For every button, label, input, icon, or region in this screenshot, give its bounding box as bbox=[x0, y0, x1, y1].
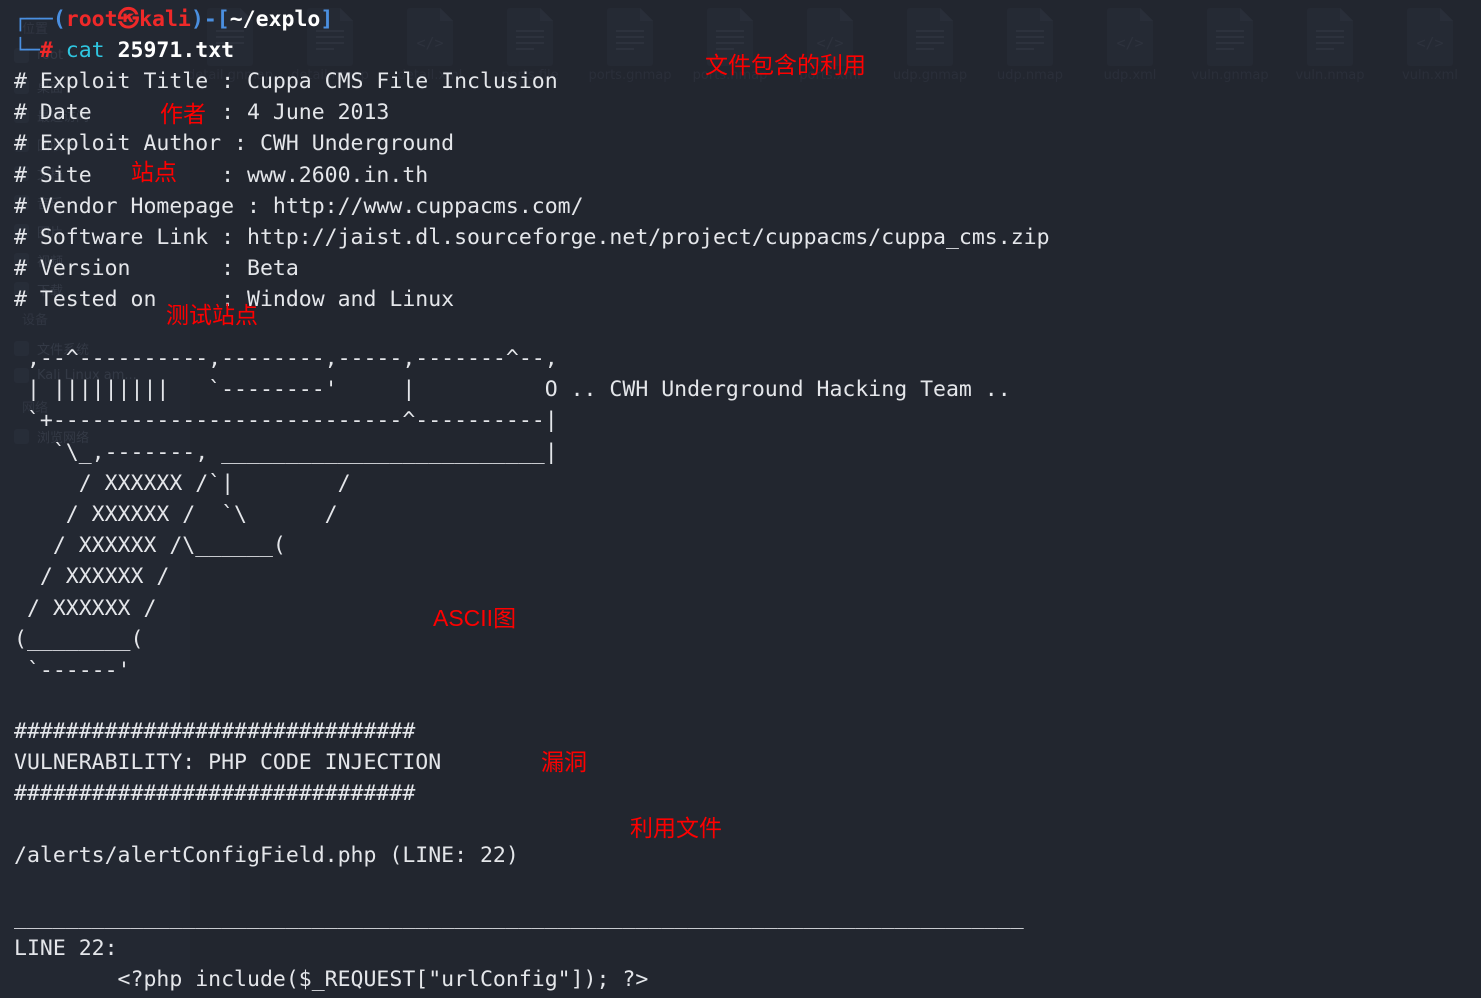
prompt-paren-open: ( bbox=[52, 7, 66, 32]
annotation-exploit-file: 利用文件 bbox=[630, 816, 722, 842]
prompt-bracket-open: [ bbox=[216, 7, 230, 32]
prompt-corner: ┌── bbox=[14, 7, 53, 32]
annotation-ascii-art: ASCII图 bbox=[433, 605, 517, 631]
annotation-author: 作者 bbox=[160, 102, 206, 128]
prompt-bracket-close: ] bbox=[320, 7, 334, 32]
terminal-window: detail.gnmap detail.nmap </> detail.xml port… bbox=[0, 0, 1481, 998]
annotation-site: 站点 bbox=[131, 160, 177, 186]
section-divider: ________________________________________… bbox=[14, 905, 1024, 930]
annotation-file-inclusion: 文件包含的利用 bbox=[705, 53, 866, 79]
vuln-rule-bottom: ############################### bbox=[14, 781, 416, 806]
annotation-test-site: 测试站点 bbox=[166, 303, 258, 329]
vuln-rule-top: ############################### bbox=[14, 719, 416, 744]
terminal-output[interactable]: ┌──(root㉿kali)-[~/explo] └─# cat 25971.t… bbox=[0, 0, 1481, 998]
annotation-vulnerability: 漏洞 bbox=[541, 750, 587, 776]
prompt-user: root bbox=[65, 7, 118, 32]
prompt-hash: # bbox=[39, 38, 53, 63]
php-code-line: <?php include($_REQUEST["urlConfig"]); ?… bbox=[14, 967, 649, 992]
line-number-label: LINE 22: bbox=[14, 936, 118, 961]
vulnerability-title: VULNERABILITY: PHP CODE INJECTION bbox=[14, 750, 442, 775]
prompt-host: kali bbox=[139, 7, 191, 32]
prompt-line-1: ┌──(root㉿kali)-[~/explo] bbox=[14, 4, 333, 35]
kali-dragon-icon: ㉿ bbox=[117, 7, 140, 32]
space2 bbox=[105, 38, 118, 63]
prompt-path: ~/explo bbox=[229, 7, 321, 32]
affected-file-path: /alerts/alertConfigField.php (LINE: 22) bbox=[14, 843, 519, 868]
command-name: cat bbox=[65, 38, 105, 63]
prompt-corner-bottom: └─ bbox=[14, 38, 40, 63]
command-argument: 25971.txt bbox=[117, 38, 235, 63]
prompt-dash: - bbox=[203, 7, 217, 32]
ascii-art-block: ,--^----------,--------,-----,-------^--… bbox=[14, 346, 1011, 684]
prompt-line-2: └─# cat 25971.txt bbox=[14, 35, 234, 66]
prompt-paren-close: ) bbox=[190, 7, 204, 32]
